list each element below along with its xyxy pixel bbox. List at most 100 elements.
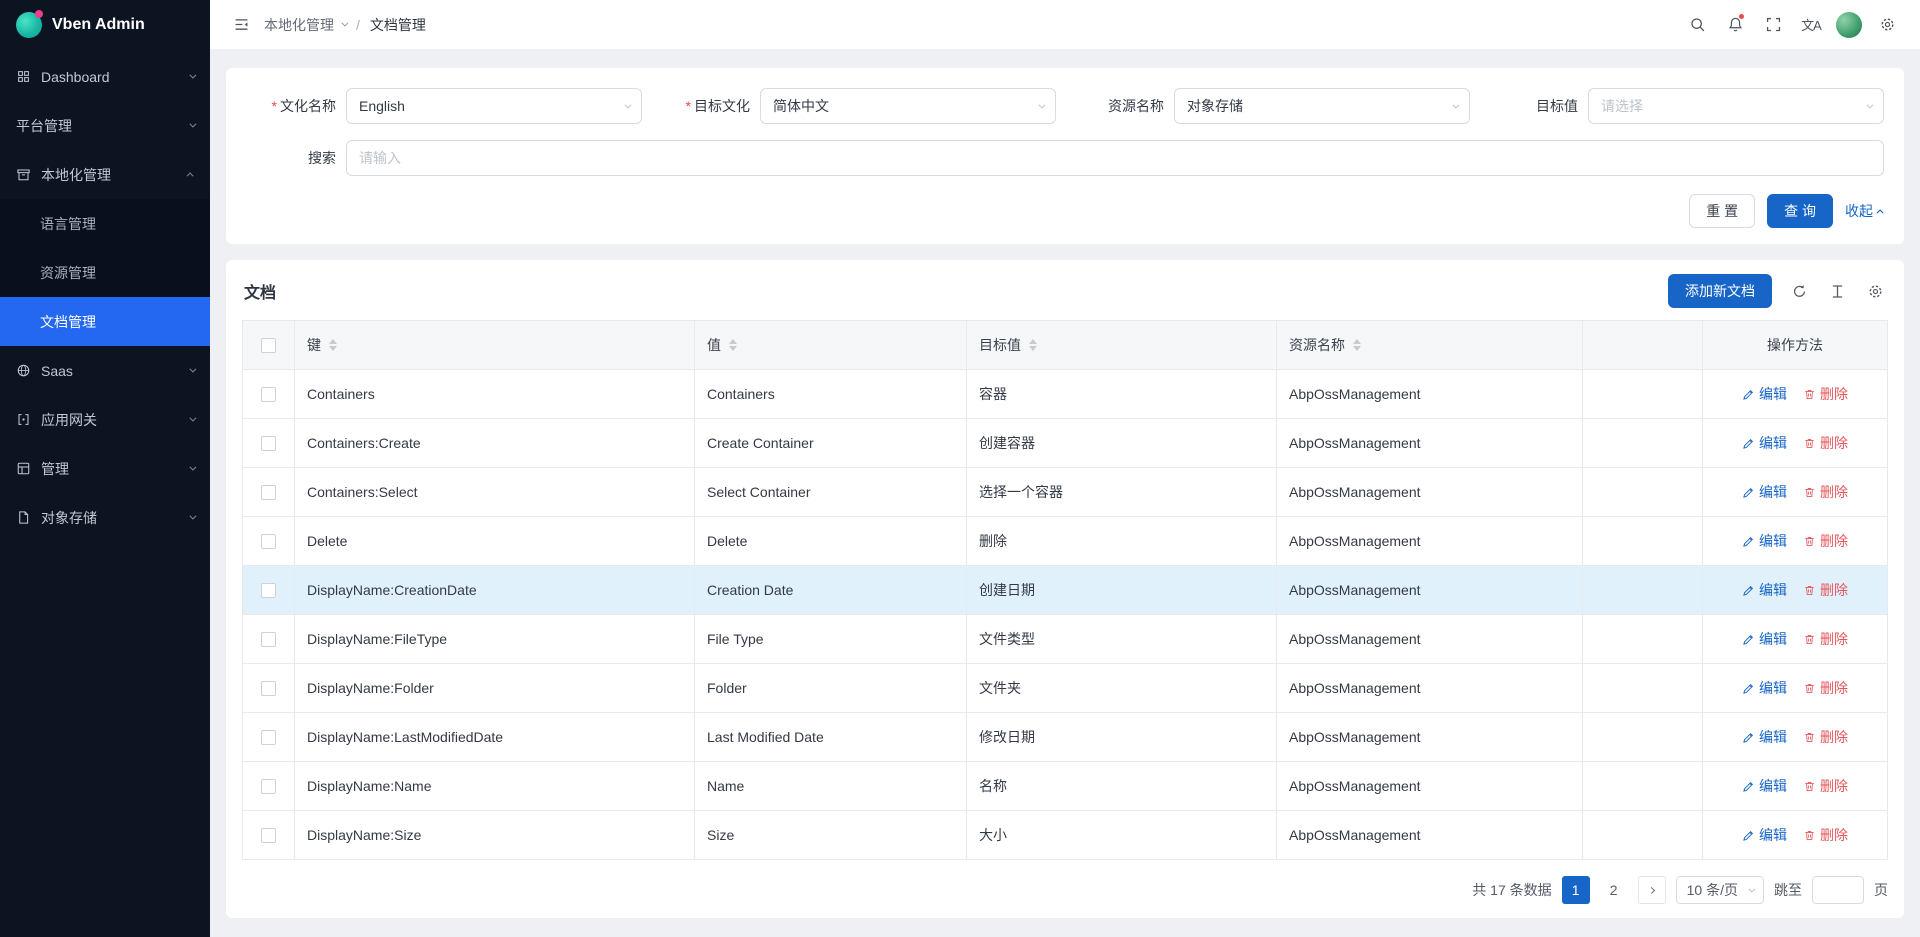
column-header-value[interactable]: 值 [695,321,967,370]
edit-button[interactable]: 编辑 [1742,629,1787,649]
delete-button[interactable]: 删除 [1803,482,1848,502]
sidebar-item-label: 对象存储 [41,508,97,528]
sidebar-item-dashboard[interactable]: Dashboard [0,52,210,101]
culture-select[interactable]: English [346,88,642,124]
column-header-empty [1583,321,1703,370]
sidebar-item-document-mgmt[interactable]: 文档管理 [0,297,210,346]
jump-page-input[interactable] [1812,876,1864,904]
delete-button[interactable]: 删除 [1803,384,1848,404]
collapse-link[interactable]: 收起 [1845,201,1884,221]
row-checkbox[interactable] [261,779,276,794]
edit-button[interactable]: 编辑 [1742,384,1787,404]
edit-button[interactable]: 编辑 [1742,433,1787,453]
target-value-select[interactable]: 请选择 [1588,88,1884,124]
row-checkbox[interactable] [261,485,276,500]
topbar: 本地化管理 / 文档管理 文A [210,0,1920,50]
cell-key: DisplayName:CreationDate [295,566,695,615]
field-label: 搜索 [246,148,346,168]
resource-select[interactable]: 对象存储 [1174,88,1470,124]
edit-button[interactable]: 编辑 [1742,825,1787,845]
row-checkbox[interactable] [261,681,276,696]
delete-button[interactable]: 删除 [1803,629,1848,649]
cell-resource: AbpOssManagement [1277,664,1583,713]
fullscreen-icon[interactable] [1754,0,1792,50]
page-size-select[interactable]: 10 条/页 [1676,876,1764,904]
cell-key: DisplayName:Name [295,762,695,811]
notification-icon[interactable] [1716,0,1754,50]
chevron-down-icon [1452,101,1459,108]
column-settings-icon[interactable] [1864,280,1886,302]
sidebar-item-saas[interactable]: Saas [0,346,210,395]
search-input[interactable] [346,140,1884,176]
sidebar-item-platform[interactable]: 平台管理 [0,101,210,150]
table-toolbar: 文档 添加新文档 [242,260,1888,320]
field-label: 文化名称 [280,98,336,114]
page-button-2[interactable]: 2 [1600,876,1628,904]
delete-button[interactable]: 删除 [1803,580,1848,600]
row-checkbox[interactable] [261,583,276,598]
cell-target: 容器 [967,370,1277,419]
table-row: DisplayName:Folder Folder 文件夹 AbpOssMana… [243,664,1888,713]
localization-icon [16,167,31,182]
sidebar-item-object-storage[interactable]: 对象存储 [0,493,210,542]
row-checkbox[interactable] [261,534,276,549]
row-checkbox[interactable] [261,436,276,451]
sidebar-item-gateway[interactable]: 应用网关 [0,395,210,444]
edit-button[interactable]: 编辑 [1742,482,1787,502]
column-header-target[interactable]: 目标值 [967,321,1277,370]
delete-button[interactable]: 删除 [1803,776,1848,796]
management-icon [16,461,31,476]
storage-icon [16,510,31,525]
row-checkbox[interactable] [261,387,276,402]
dashboard-icon [16,69,31,84]
edit-button[interactable]: 编辑 [1742,727,1787,747]
delete-button[interactable]: 删除 [1803,825,1848,845]
menu-fold-icon[interactable] [228,0,254,50]
edit-button[interactable]: 编辑 [1742,776,1787,796]
edit-button[interactable]: 编辑 [1742,678,1787,698]
delete-button[interactable]: 删除 [1803,727,1848,747]
sidebar-item-label: 应用网关 [41,410,97,430]
edit-button[interactable]: 编辑 [1742,580,1787,600]
user-avatar[interactable] [1830,0,1868,50]
breadcrumb-parent[interactable]: 本地化管理 [264,15,346,35]
sidebar-item-label: 文档管理 [40,312,96,332]
cell-value: Delete [695,517,967,566]
search-icon[interactable] [1678,0,1716,50]
reset-button[interactable]: 重 置 [1689,194,1755,228]
column-header-resource[interactable]: 资源名称 [1277,321,1583,370]
query-button[interactable]: 查 询 [1767,194,1833,228]
delete-button[interactable]: 删除 [1803,433,1848,453]
sidebar-item-language-mgmt[interactable]: 语言管理 [0,199,210,248]
sidebar-item-label: 资源管理 [40,263,96,283]
pagination: 共 17 条数据 1 2 10 条/页 跳至 页 [242,876,1888,904]
table-header-row: 键 值 目标值 资源名称 操作方法 [243,321,1888,370]
next-page-button[interactable] [1638,876,1666,904]
app-logo[interactable]: Vben Admin [0,0,210,50]
column-header-key[interactable]: 键 [295,321,695,370]
cell-key: DisplayName:FileType [295,615,695,664]
delete-button[interactable]: 删除 [1803,678,1848,698]
sidebar-item-resource-mgmt[interactable]: 资源管理 [0,248,210,297]
cell-key: DisplayName:Folder [295,664,695,713]
translate-icon[interactable]: 文A [1792,0,1830,50]
add-document-button[interactable]: 添加新文档 [1668,274,1772,308]
delete-button[interactable]: 删除 [1803,531,1848,551]
target-culture-select[interactable]: 简体中文 [760,88,1056,124]
page-button-1[interactable]: 1 [1562,876,1590,904]
settings-icon[interactable] [1868,0,1906,50]
row-checkbox[interactable] [261,828,276,843]
row-height-icon[interactable] [1826,280,1848,302]
cell-value: Folder [695,664,967,713]
sidebar-item-management[interactable]: 管理 [0,444,210,493]
select-all-checkbox[interactable] [261,338,276,353]
edit-button[interactable]: 编辑 [1742,531,1787,551]
app-root: Vben Admin Dashboard 平台管理 本地化管理 语言管理 [0,0,1920,937]
row-checkbox[interactable] [261,730,276,745]
sidebar-item-localization[interactable]: 本地化管理 [0,150,210,199]
sidebar-item-label: 本地化管理 [41,165,111,185]
row-checkbox[interactable] [261,632,276,647]
app-title: Vben Admin [52,16,145,34]
trash-icon [1803,388,1816,401]
refresh-icon[interactable] [1788,280,1810,302]
